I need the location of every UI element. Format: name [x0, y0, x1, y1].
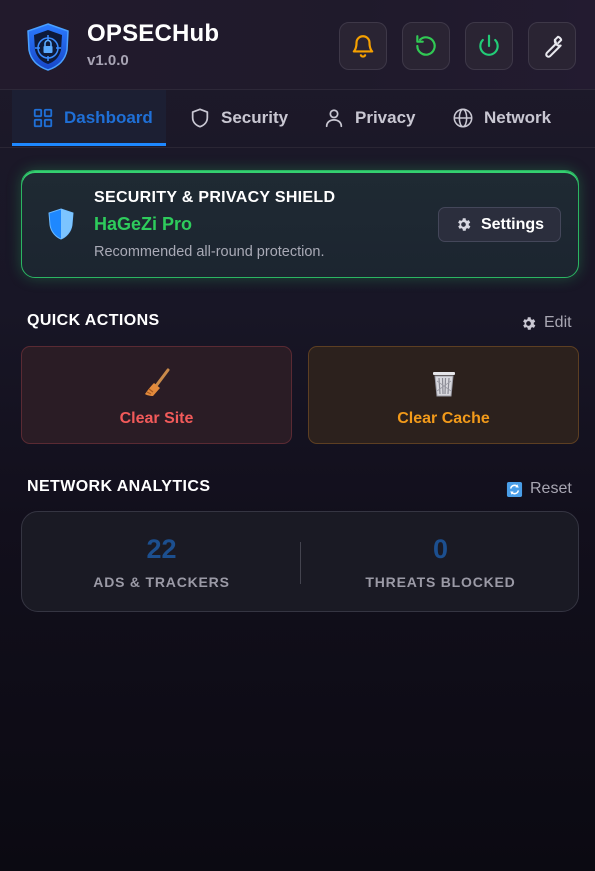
globe-icon: [453, 108, 473, 128]
app-title: OPSECHub: [87, 20, 220, 47]
shield-card: SECURITY & PRIVACY SHIELD HaGeZi Pro Rec…: [21, 170, 579, 278]
bell-icon: [352, 35, 374, 58]
shield-status-icon: [48, 208, 74, 240]
clear-cache-label: Clear Cache: [397, 410, 490, 427]
refresh-button[interactable]: [402, 22, 450, 70]
power-button[interactable]: [465, 22, 513, 70]
ads-trackers-stat: 22 ADS & TRACKERS: [22, 512, 301, 613]
reset-analytics-button[interactable]: Reset: [506, 480, 572, 498]
tools-button[interactable]: [528, 22, 576, 70]
refresh-icon: [416, 35, 436, 56]
app-logo-shield-icon: [24, 22, 72, 72]
reset-label: Reset: [530, 480, 572, 497]
edit-label: Edit: [544, 314, 572, 331]
shield-settings-button[interactable]: Settings: [438, 207, 561, 242]
tab-dashboard-label: Dashboard: [64, 108, 153, 127]
tab-security-label: Security: [221, 108, 289, 127]
user-icon: [325, 109, 343, 128]
broom-icon: [144, 368, 169, 396]
clear-site-button[interactable]: Clear Site: [21, 346, 292, 444]
gear-icon: [458, 218, 471, 231]
tab-privacy-label: Privacy: [355, 108, 416, 127]
notifications-button[interactable]: [339, 22, 387, 70]
gear-icon: [523, 316, 536, 330]
main-tabs: Dashboard Security Privacy Network: [0, 90, 595, 148]
network-analytics-title: NETWORK ANALYTICS: [27, 478, 211, 495]
active-tab-indicator: [12, 143, 166, 146]
quick-actions-title: QUICK ACTIONS: [27, 312, 160, 329]
shield-description: Recommended all-round protection.: [94, 244, 325, 260]
shield-blocklist-name: HaGeZi Pro: [94, 214, 193, 234]
threats-blocked-label: THREATS BLOCKED: [365, 574, 516, 590]
reset-icon: [506, 481, 523, 497]
power-icon: [479, 34, 499, 56]
app-version: v1.0.0: [87, 52, 129, 69]
settings-label: Settings: [480, 215, 545, 233]
trash-icon: [432, 372, 455, 397]
app-header: OPSECHub v1.0.0: [0, 0, 595, 90]
tab-network-label: Network: [484, 108, 552, 127]
tab-network[interactable]: Network: [452, 90, 551, 146]
clear-site-label: Clear Site: [119, 410, 194, 427]
edit-quick-actions-button[interactable]: Edit: [520, 314, 572, 332]
tab-privacy[interactable]: Privacy: [323, 90, 416, 146]
threats-blocked-count: 0: [432, 534, 449, 564]
tab-dashboard[interactable]: Dashboard: [12, 90, 166, 146]
shield-title: SECURITY & PRIVACY SHIELD: [94, 189, 336, 206]
clear-cache-button[interactable]: Clear Cache: [308, 346, 579, 444]
ads-trackers-count: 22: [146, 534, 177, 564]
analytics-card: 22 ADS & TRACKERS 0 THREATS BLOCKED: [21, 511, 579, 612]
tab-security[interactable]: Security: [189, 90, 288, 146]
threats-blocked-stat: 0 THREATS BLOCKED: [301, 512, 580, 613]
grid-icon: [33, 108, 53, 128]
ads-trackers-label: ADS & TRACKERS: [93, 574, 230, 590]
shield-icon: [191, 108, 209, 128]
wrench-icon: [545, 35, 563, 58]
